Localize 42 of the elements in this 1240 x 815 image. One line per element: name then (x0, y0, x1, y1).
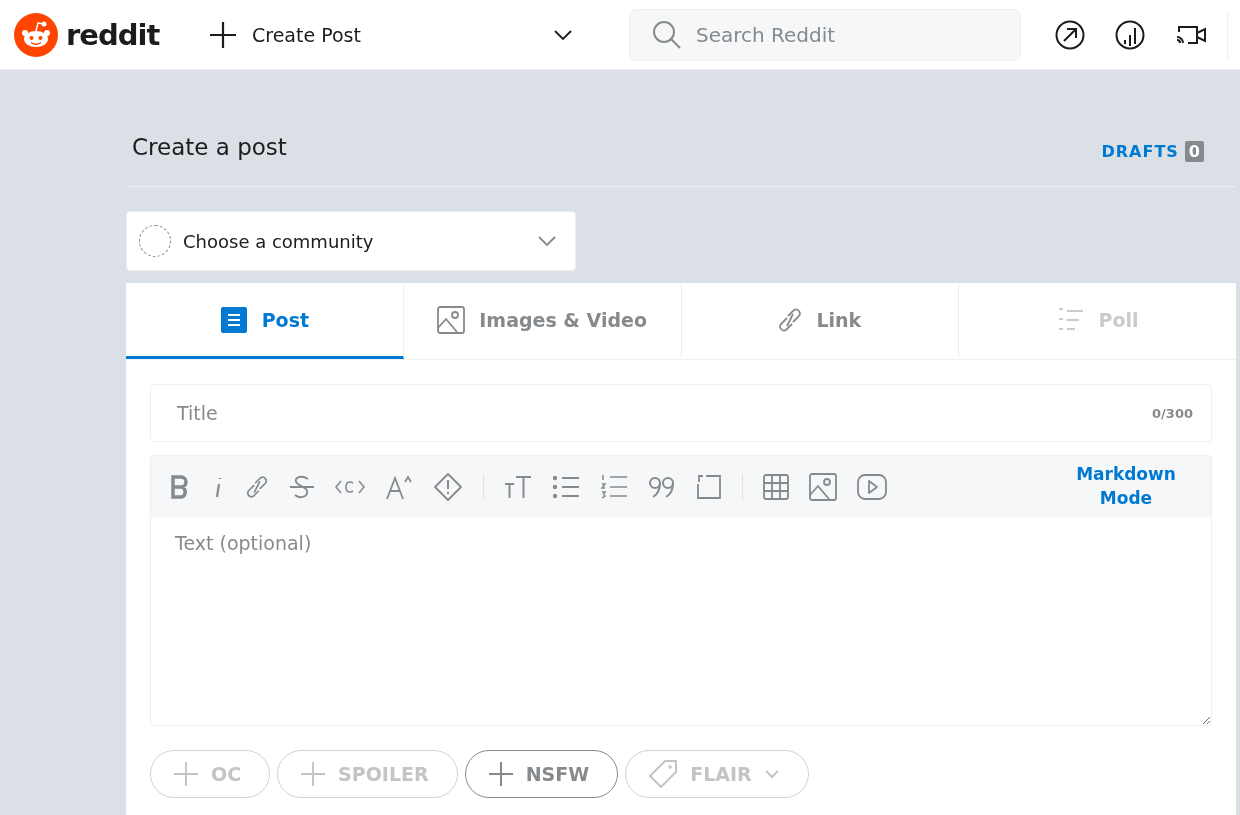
numbered-list-icon[interactable] (600, 474, 628, 500)
chevron-down-icon (537, 235, 557, 247)
logo-wordmark[interactable]: reddit (66, 17, 160, 52)
code-block-icon[interactable] (696, 474, 722, 500)
plus-icon (173, 761, 199, 787)
post-type-tab[interactable]: Post (126, 283, 404, 359)
character-counter: 0/300 (1152, 405, 1193, 421)
image-icon[interactable] (809, 473, 837, 501)
tag-icon (648, 759, 679, 789)
plus-icon (300, 761, 327, 787)
document-icon (219, 305, 248, 334)
page-title: Create a post (132, 134, 287, 160)
title-field[interactable]: Title 0/300 (150, 384, 1212, 442)
quote-icon[interactable] (648, 475, 676, 499)
markdown-mode-link[interactable]: Markdown Mode (1071, 463, 1181, 511)
drafts-link[interactable]: DRAFTS (1101, 142, 1179, 161)
heading-icon[interactable] (504, 474, 532, 500)
list-icon (1056, 306, 1085, 333)
tag-toggle-button[interactable]: NSFW (464, 750, 619, 798)
image-icon (437, 305, 466, 334)
search-input[interactable]: Search Reddit (694, 21, 998, 48)
chart-circle-icon[interactable] (1115, 19, 1145, 50)
alien-logo-icon[interactable] (14, 12, 58, 57)
chevron-down-icon (763, 769, 780, 779)
plus-icon (208, 19, 238, 50)
drafts-count: 0 (1184, 141, 1204, 162)
spoiler-icon[interactable] (433, 472, 463, 502)
community-dropdown[interactable]: Choose a community (126, 211, 576, 271)
search-icon (652, 19, 682, 50)
table-icon[interactable] (763, 474, 789, 500)
search-field[interactable]: Search Reddit (629, 8, 1021, 61)
text-area[interactable]: Text (optional) (150, 518, 1212, 726)
plus-icon (487, 761, 514, 787)
video-icon[interactable] (857, 474, 887, 500)
link-icon[interactable] (245, 473, 269, 501)
chevron-down-icon (553, 28, 573, 41)
superscript-icon[interactable] (385, 474, 413, 500)
bold-icon[interactable] (169, 475, 191, 499)
bulleted-list-icon[interactable] (552, 475, 580, 499)
create-post-dropdown[interactable]: Create Post (204, 19, 589, 50)
strikethrough-icon[interactable] (289, 474, 315, 500)
arrow-circle-icon[interactable] (1055, 19, 1085, 50)
